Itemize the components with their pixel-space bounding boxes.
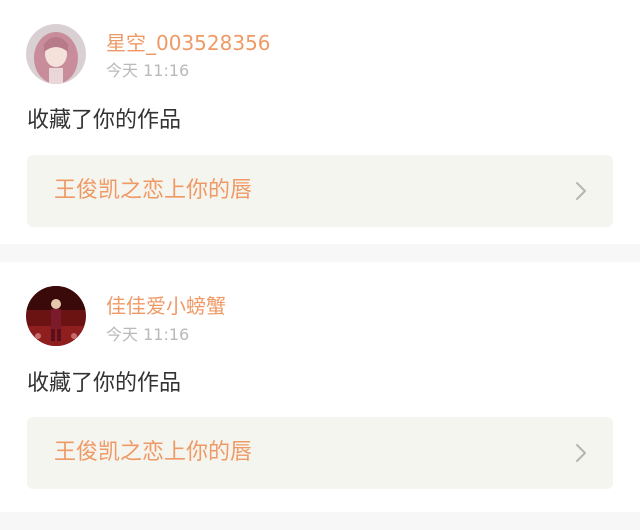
work-title: 王俊凯之恋上你的唇: [54, 178, 253, 203]
user-avatar[interactable]: [26, 286, 86, 346]
timestamp: 今天 11:16: [106, 325, 190, 344]
chevron-right-icon: [576, 444, 586, 462]
work-link-card[interactable]: 王俊凯之恋上你的唇: [27, 155, 613, 227]
action-text: 收藏了你的作品: [27, 371, 182, 396]
notification-feed: 星空_003528356 今天 11:16 收藏了你的作品 王俊凯之恋上你的唇: [0, 0, 640, 512]
action-text: 收藏了你的作品: [27, 108, 182, 133]
work-title: 王俊凯之恋上你的唇: [54, 440, 253, 465]
avatar-runway-icon: [26, 286, 86, 346]
avatar-pink-hair-icon: [26, 24, 86, 84]
chevron-right-icon: [576, 182, 586, 200]
notification-item: 佳佳爱小螃蟹 今天 11:16 收藏了你的作品 王俊凯之恋上你的唇: [0, 262, 640, 512]
work-link-card[interactable]: 王俊凯之恋上你的唇: [27, 417, 613, 489]
user-avatar[interactable]: [26, 24, 86, 84]
username-link[interactable]: 佳佳爱小螃蟹: [106, 294, 226, 318]
notification-item: 星空_003528356 今天 11:16 收藏了你的作品 王俊凯之恋上你的唇: [0, 0, 640, 244]
timestamp: 今天 11:16: [106, 61, 190, 80]
username-link[interactable]: 星空_003528356: [106, 31, 271, 55]
